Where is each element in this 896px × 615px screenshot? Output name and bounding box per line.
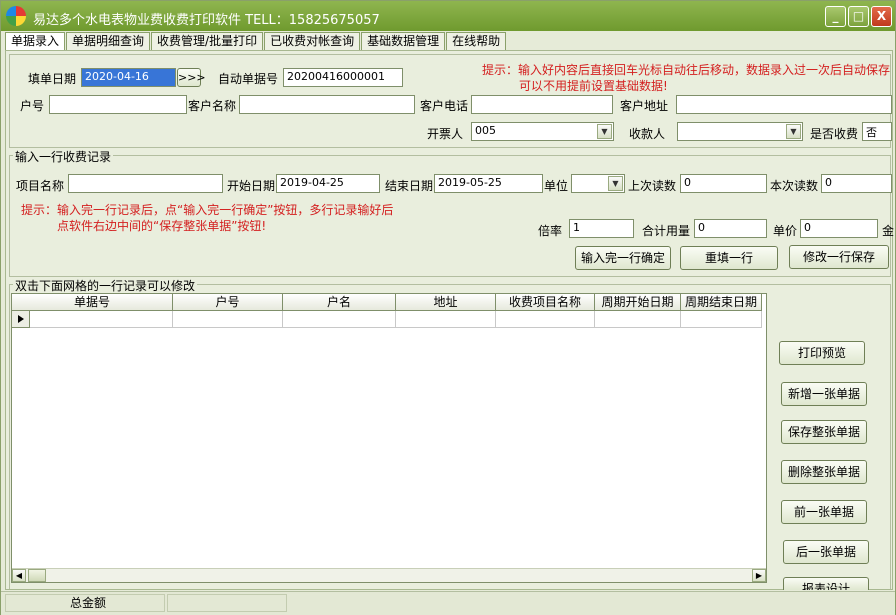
main-tabs: 单据录入 单据明细查询 收费管理/批量打印 已收费对帐查询 基础数据管理 在线帮… <box>5 32 507 51</box>
col-period-end[interactable]: 周期结束日期 <box>681 294 762 311</box>
this-reading-field[interactable]: 0 <box>821 174 892 193</box>
total-usage-field[interactable]: 0 <box>694 219 767 238</box>
chevron-down-icon[interactable]: ▼ <box>608 176 623 191</box>
issuer-value: 005 <box>475 124 496 137</box>
customer-name-label: 客户名称 <box>188 99 237 113</box>
next-document-button[interactable]: 后一张单据 <box>783 540 869 564</box>
refill-row-button[interactable]: 重填一行 <box>680 246 778 270</box>
start-date-field[interactable]: 2019-04-25 <box>276 174 380 193</box>
close-button[interactable]: X <box>871 6 892 27</box>
delete-document-button[interactable]: 删除整张单据 <box>781 460 867 484</box>
row-entry-title: 输入一行收费记录 <box>13 148 114 165</box>
minimize-button[interactable]: _ <box>825 6 846 27</box>
price-field[interactable]: 0 <box>800 219 878 238</box>
fill-date-field[interactable]: 2020-04-16 <box>81 68 176 87</box>
col-account[interactable]: 户号 <box>173 294 283 311</box>
table-cell[interactable] <box>681 311 762 328</box>
table-cell[interactable] <box>173 311 283 328</box>
tab-reconciliation[interactable]: 已收费对帐查询 <box>264 32 361 50</box>
modify-row-button[interactable]: 修改一行保存 <box>789 245 889 269</box>
row-hint-line1: 提示：输入完一行记录后，点“输入完一行确定”按钮，多行记录输好后 <box>21 203 394 217</box>
customer-phone-label: 客户电话 <box>420 99 469 113</box>
end-date-label: 结束日期 <box>385 179 434 193</box>
ratio-label: 倍率 <box>538 224 563 238</box>
charged-field[interactable]: 否 <box>862 122 892 141</box>
col-period-start[interactable]: 周期开始日期 <box>595 294 681 311</box>
customer-address-field[interactable] <box>676 95 892 114</box>
row-indicator-icon <box>12 311 30 328</box>
col-doc-no[interactable]: 单据号 <box>12 294 173 311</box>
item-name-label: 项目名称 <box>16 179 65 193</box>
title-bar[interactable]: 易达多个水电表物业费收费打印软件 TELL：15825675057 _ □ X <box>1 1 895 31</box>
end-date-field[interactable]: 2019-05-25 <box>434 174 543 193</box>
start-date-label: 开始日期 <box>227 179 276 193</box>
fill-date-label: 填单日期 <box>28 72 77 86</box>
scroll-left-icon[interactable]: ◀ <box>12 569 26 582</box>
tab-entry[interactable]: 单据录入 <box>5 32 66 51</box>
last-reading-label: 上次读数 <box>628 179 677 193</box>
col-item-name[interactable]: 收费项目名称 <box>496 294 595 311</box>
account-field[interactable] <box>49 95 187 114</box>
amount-label: 金 <box>882 224 895 238</box>
issuer-label: 开票人 <box>427 127 464 141</box>
scroll-right-icon[interactable]: ▶ <box>752 569 766 582</box>
issuer-select[interactable]: 005 ▼ <box>471 122 614 141</box>
ratio-field[interactable]: 1 <box>569 219 634 238</box>
app-logo-icon <box>6 6 26 26</box>
header-hint-line1: 提示：输入好内容后直接回车光标自动往后移动，数据录入过一次后自动保存 <box>482 63 891 77</box>
tab-detail-query[interactable]: 单据明细查询 <box>66 32 151 50</box>
previous-document-button[interactable]: 前一张单据 <box>781 500 867 524</box>
scroll-thumb[interactable] <box>28 569 46 582</box>
table-cell[interactable] <box>30 311 173 328</box>
unit-label: 单位 <box>544 179 569 193</box>
report-design-button[interactable]: 报表设计 <box>783 577 869 590</box>
tab-basic-data[interactable]: 基础数据管理 <box>361 32 446 50</box>
table-cell[interactable] <box>396 311 496 328</box>
customer-phone-field[interactable] <box>471 95 613 114</box>
payee-label: 收款人 <box>629 127 666 141</box>
save-document-button[interactable]: 保存整张单据 <box>781 420 867 444</box>
this-reading-label: 本次读数 <box>770 179 819 193</box>
last-reading-field[interactable]: 0 <box>680 174 767 193</box>
header-group: 填单日期 2020-04-16 >>> 自动单据号 20200416000001… <box>9 54 892 148</box>
table-cell[interactable] <box>283 311 396 328</box>
item-name-field[interactable] <box>68 174 223 193</box>
records-grid[interactable]: 单据号 户号 户名 地址 收费项目名称 周期开始日期 周期结束日期 ◀ ▶ <box>11 293 767 583</box>
account-label: 户号 <box>20 99 45 113</box>
total-amount-value <box>167 594 287 612</box>
col-address[interactable]: 地址 <box>396 294 496 311</box>
header-hint-line2: 可以不用提前设置基础数据! <box>519 79 668 93</box>
date-picker-button[interactable]: >>> <box>177 68 206 87</box>
total-usage-label: 合计用量 <box>642 224 691 238</box>
charged-label: 是否收费 <box>810 127 859 141</box>
table-cell[interactable] <box>595 311 681 328</box>
status-bar: 总金额 <box>1 591 895 615</box>
horizontal-scrollbar[interactable]: ◀ ▶ <box>12 568 766 582</box>
auto-no-label: 自动单据号 <box>218 72 279 86</box>
new-document-button[interactable]: 新增一张单据 <box>781 382 867 406</box>
chevron-down-icon[interactable]: ▼ <box>786 124 801 139</box>
window-title: 易达多个水电表物业费收费打印软件 TELL：15825675057 <box>33 13 380 28</box>
unit-select[interactable]: ▼ <box>571 174 625 193</box>
grid-header: 单据号 户号 户名 地址 收费项目名称 周期开始日期 周期结束日期 <box>12 294 762 311</box>
price-label: 单价 <box>773 224 798 238</box>
table-cell[interactable] <box>496 311 595 328</box>
tab-help[interactable]: 在线帮助 <box>446 32 507 50</box>
print-preview-button[interactable]: 打印预览 <box>779 341 865 365</box>
customer-address-label: 客户地址 <box>620 99 669 113</box>
tab-fee-management[interactable]: 收费管理/批量打印 <box>151 32 264 50</box>
total-amount-label: 总金额 <box>5 594 165 612</box>
row-entry-group: 输入一行收费记录 项目名称 开始日期 2019-04-25 结束日期 2019-… <box>9 148 895 277</box>
chevron-down-icon[interactable]: ▼ <box>597 124 612 139</box>
auto-no-field[interactable]: 20200416000001 <box>283 68 403 87</box>
payee-select[interactable]: ▼ <box>677 122 803 141</box>
confirm-row-button[interactable]: 输入完一行确定 <box>575 246 671 270</box>
row-hint-line2: 点软件右边中间的“保存整张单据”按钮! <box>57 219 267 233</box>
records-title: 双击下面网格的一行记录可以修改 <box>13 277 198 294</box>
col-name[interactable]: 户名 <box>283 294 396 311</box>
maximize-button[interactable]: □ <box>848 6 869 27</box>
table-row[interactable] <box>12 311 762 328</box>
main-window: 易达多个水电表物业费收费打印软件 TELL：15825675057 _ □ X … <box>0 0 896 615</box>
customer-name-field[interactable] <box>239 95 415 114</box>
